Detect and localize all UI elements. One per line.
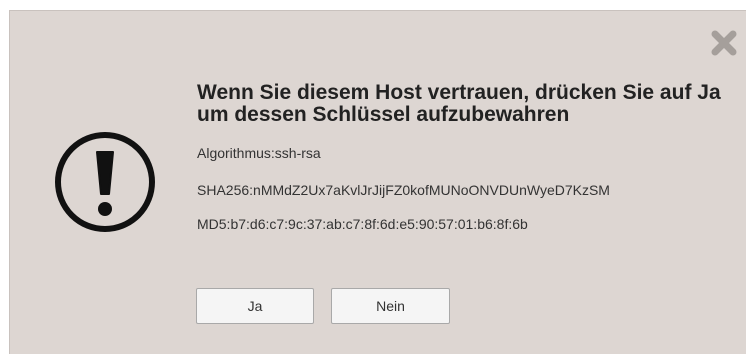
host-key-dialog: Wenn Sie diesem Host vertrauen, drücken … (9, 10, 746, 354)
dialog-title: Wenn Sie diesem Host vertrauen, drücken … (197, 81, 721, 126)
yes-button[interactable]: Ja (196, 288, 314, 324)
close-button[interactable] (707, 27, 741, 59)
close-icon (711, 30, 737, 56)
md5-fingerprint: MD5:b7:d6:c7:9c:37:ab:c7:8f:6d:e5:90:57:… (197, 216, 528, 232)
no-button[interactable]: Nein (331, 288, 450, 324)
warning-icon (53, 130, 157, 234)
algorithm-text: Algorithmus:ssh-rsa (197, 145, 321, 161)
sha256-fingerprint: SHA256:nMMdZ2Ux7aKvlJrJijFZ0kofMUNoONVDU… (197, 182, 610, 198)
